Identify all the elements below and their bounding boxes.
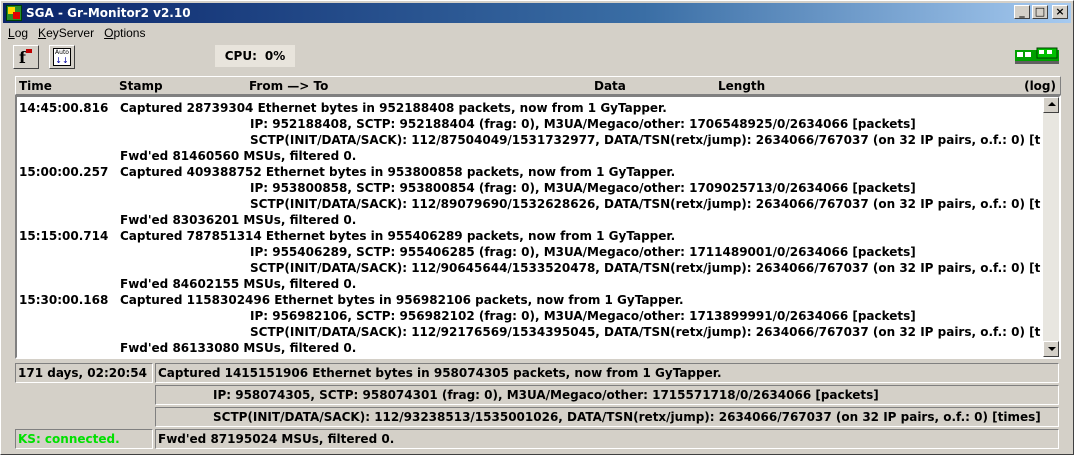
log-line[interactable]: 15:30:00.168 Captured 1158302496 Ethernet…: [19, 292, 1041, 308]
log-text: SCTP(INIT/DATA/SACK): 112/92176569/15343…: [250, 325, 1041, 339]
cpu-indicator: CPU: 0%: [215, 45, 295, 67]
flag-icon: f: [19, 48, 32, 67]
log-line[interactable]: IP: 956982106, SCTP: 956982102 (frag: 0)…: [19, 308, 1041, 324]
menu-keyserver-label: eyServer: [46, 26, 95, 40]
scroll-down-arrow-icon[interactable]: [1043, 341, 1059, 357]
log-line[interactable]: IP: 955406289, SCTP: 955406285 (frag: 0)…: [19, 244, 1041, 260]
log-line[interactable]: Fwd'ed 83036201 MSUs, filtered 0.: [19, 212, 1041, 228]
status-line-forwarded: Fwd'ed 87195024 MSUs, filtered 0.: [155, 429, 1059, 449]
app-window: SGA - Gr-Monitor2 v2.10 _ □ × Log KeySer…: [0, 0, 1074, 455]
column-from-to[interactable]: From —> To: [249, 79, 328, 93]
menu-options-label: ptions: [113, 26, 146, 40]
menu-log-label: og: [14, 26, 29, 40]
log-text: Fwd'ed 83036201 MSUs, filtered 0.: [120, 213, 357, 227]
log-text: Fwd'ed 86133080 MSUs, filtered 0.: [120, 341, 357, 355]
close-icon: ×: [1055, 5, 1065, 18]
log-time: 15:00:00.257: [19, 165, 109, 179]
log-line[interactable]: SCTP(INIT/DATA/SACK): 112/92176569/15343…: [19, 324, 1041, 340]
log-line[interactable]: 15:00:00.257 Captured 409388752 Ethernet …: [19, 164, 1041, 180]
status-line-capture: Captured 1415151906 Ethernet bytes in 95…: [155, 363, 1059, 383]
log-text: IP: 953800858, SCTP: 953800854 (frag: 0)…: [250, 181, 916, 195]
status-line-sctp: SCTP(INIT/DATA/SACK): 112/93238513/15350…: [155, 407, 1059, 427]
log-text: IP: 955406289, SCTP: 955406285 (frag: 0)…: [250, 245, 916, 259]
auto-scroll-button[interactable]: Auto ↓↓: [49, 45, 75, 69]
app-icon[interactable]: [6, 5, 22, 21]
log-text: Fwd'ed 81460560 MSUs, filtered 0.: [120, 149, 357, 163]
uptime-status: 171 days, 02:20:54: [15, 363, 153, 383]
network-status-icon[interactable]: [1015, 47, 1059, 65]
log-line[interactable]: SCTP(INIT/DATA/SACK): 112/87504049/15317…: [19, 132, 1041, 148]
log-flag-button[interactable]: f: [13, 45, 39, 69]
menu-log[interactable]: Log: [3, 26, 33, 40]
menu-keyserver[interactable]: KeyServer: [33, 26, 99, 40]
menu-options[interactable]: Options: [99, 26, 150, 40]
column-time[interactable]: Time: [19, 79, 52, 93]
log-text: Captured 409388752 Ethernet bytes in 953…: [120, 165, 676, 179]
keyserver-status: KS: connected.: [15, 429, 153, 449]
close-button[interactable]: ×: [1052, 5, 1068, 19]
log-list-content[interactable]: 14:45:00.816 Captured 28739304 Ethernet b…: [19, 100, 1041, 356]
log-time: 15:30:00.168: [19, 293, 109, 307]
menu-keyserver-mnemonic: K: [38, 26, 47, 40]
minimize-button[interactable]: _: [1014, 5, 1030, 19]
log-text: Captured 28739304 Ethernet bytes in 9521…: [120, 101, 667, 115]
menu-bar: Log KeyServer Options: [3, 24, 150, 42]
log-text: Captured 787851314 Ethernet bytes in 955…: [120, 229, 676, 243]
log-text: IP: 952188408, SCTP: 952188404 (frag: 0)…: [250, 117, 916, 131]
log-line[interactable]: 14:45:00.816 Captured 28739304 Ethernet b…: [19, 100, 1041, 116]
log-list: 14:45:00.816 Captured 28739304 Ethernet b…: [15, 95, 1061, 359]
vertical-scrollbar[interactable]: [1043, 97, 1059, 357]
title-bar[interactable]: SGA - Gr-Monitor2 v2.10 _ □ ×: [3, 3, 1071, 23]
maximize-icon: □: [1034, 5, 1046, 18]
log-text: Fwd'ed 84602155 MSUs, filtered 0.: [120, 277, 357, 291]
log-text: SCTP(INIT/DATA/SACK): 112/89079690/15326…: [250, 197, 1041, 211]
log-line[interactable]: SCTP(INIT/DATA/SACK): 112/89079690/15326…: [19, 196, 1041, 212]
cpu-value: 0%: [264, 49, 286, 63]
window-controls: _ □ ×: [1014, 5, 1068, 19]
cpu-label: CPU:: [224, 49, 257, 63]
log-line[interactable]: Fwd'ed 86133080 MSUs, filtered 0.: [19, 340, 1041, 356]
log-line[interactable]: IP: 952188408, SCTP: 952188404 (frag: 0)…: [19, 116, 1041, 132]
maximize-button[interactable]: □: [1032, 5, 1048, 19]
log-line[interactable]: Fwd'ed 84602155 MSUs, filtered 0.: [19, 276, 1041, 292]
column-data[interactable]: Data: [594, 79, 626, 93]
column-length[interactable]: Length: [718, 79, 765, 93]
menu-log-mnemonic: L: [8, 26, 15, 40]
auto-scroll-icon: Auto ↓↓: [53, 48, 71, 66]
log-line[interactable]: Fwd'ed 81460560 MSUs, filtered 0.: [19, 148, 1041, 164]
log-list-header: Time Stamp From —> To Data Length (log): [15, 76, 1061, 95]
log-line[interactable]: SCTP(INIT/DATA/SACK): 112/90645644/15335…: [19, 260, 1041, 276]
log-line[interactable]: IP: 953800858, SCTP: 953800854 (frag: 0)…: [19, 180, 1041, 196]
window-title: SGA - Gr-Monitor2 v2.10: [26, 6, 191, 20]
log-time: 15:15:00.714: [19, 229, 109, 243]
column-log[interactable]: (log): [1024, 79, 1056, 93]
log-text: SCTP(INIT/DATA/SACK): 112/87504049/15317…: [250, 133, 1041, 147]
column-stamp[interactable]: Stamp: [119, 79, 163, 93]
status-line-ip: IP: 958074305, SCTP: 958074301 (frag: 0)…: [155, 385, 1059, 405]
log-text: SCTP(INIT/DATA/SACK): 112/90645644/15335…: [250, 261, 1041, 275]
log-line[interactable]: 15:15:00.714 Captured 787851314 Ethernet …: [19, 228, 1041, 244]
scroll-up-arrow-icon[interactable]: [1043, 97, 1059, 113]
log-text: Captured 1158302496 Ethernet bytes in 95…: [120, 293, 684, 307]
log-time: 14:45:00.816: [19, 101, 109, 115]
log-text: IP: 956982106, SCTP: 956982102 (frag: 0)…: [250, 309, 916, 323]
minimize-icon: _: [1019, 5, 1025, 18]
